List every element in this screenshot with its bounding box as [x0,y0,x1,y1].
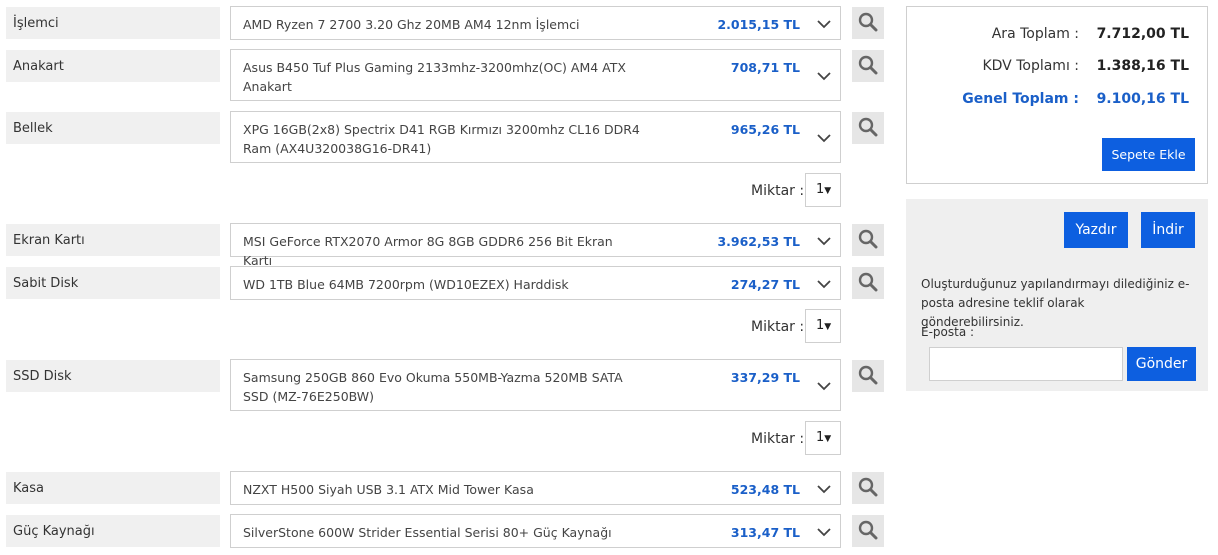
email-note: Oluşturduğunuz yapılandırmayı dilediğini… [921,277,1190,329]
product-select-guc-kaynagi[interactable]: SilverStone 600W Strider Essential Seris… [230,514,841,548]
quantity-label: Miktar : [751,319,805,335]
subtotal-value: 7.712,00 TL [1096,26,1189,42]
quantity-label: Miktar : [751,183,805,199]
search-button-islemci[interactable] [852,7,884,39]
chevron-down-icon [817,485,831,494]
grand-total-label: Genel Toplam : [962,91,1079,107]
quantity-select-sabit-disk[interactable]: 1▼ [805,309,841,343]
chevron-down-icon [817,280,831,289]
category-label-anakart: Anakart [6,50,220,82]
product-price: 708,71 TL [730,60,800,75]
search-icon [858,365,878,385]
email-input[interactable] [929,347,1123,381]
product-price: 3.962,53 TL [717,234,800,249]
quantity-label: Miktar : [751,431,805,447]
product-select-bellek[interactable]: XPG 16GB(2x8) Spectrix D41 RGB Kırmızı 3… [230,111,841,163]
product-price: 523,48 TL [730,482,800,497]
download-button[interactable]: İndir [1141,212,1195,248]
product-name: AMD Ryzen 7 2700 3.20 Ghz 20MB AM4 12nm … [243,17,580,32]
actions-panel: Yazdır İndir Oluşturduğunuz yapılandırma… [906,199,1208,391]
grand-total-value: 9.100,16 TL [1096,91,1189,107]
product-price: 965,26 TL [730,122,800,137]
product-select-sabit-disk[interactable]: WD 1TB Blue 64MB 7200rpm (WD10EZEX) Hard… [230,266,841,300]
chevron-down-icon [817,20,831,29]
product-select-ssd-disk[interactable]: Samsung 250GB 860 Evo Okuma 550MB-Yazma … [230,359,841,411]
category-label-guc-kaynagi: Güç Kaynağı [6,515,220,547]
print-button[interactable]: Yazdır [1064,212,1128,248]
search-icon [858,117,878,137]
category-label-sabit-disk: Sabit Disk [6,267,220,299]
search-button-ekran-karti[interactable] [852,224,884,256]
search-button-sabit-disk[interactable] [852,267,884,299]
product-name: Asus B450 Tuf Plus Gaming 2133mhz-3200mh… [243,60,626,94]
caret-down-icon: ▼ [824,186,832,196]
category-label-ssd-disk: SSD Disk [6,360,220,392]
product-price: 313,47 TL [730,525,800,540]
product-price: 337,29 TL [730,370,800,385]
search-icon [858,272,878,292]
search-icon [858,477,878,497]
product-name: Samsung 250GB 860 Evo Okuma 550MB-Yazma … [243,370,623,404]
product-select-islemci[interactable]: AMD Ryzen 7 2700 3.20 Ghz 20MB AM4 12nm … [230,6,841,40]
chevron-down-icon [817,382,831,391]
search-button-kasa[interactable] [852,472,884,504]
category-label-islemci: İşlemci [6,7,220,39]
product-price: 274,27 TL [730,277,800,292]
chevron-down-icon [817,528,831,537]
category-label-ekran-karti: Ekran Kartı [6,224,220,256]
vat-label: KDV Toplamı : [982,58,1079,74]
totals-panel: Ara Toplam : 7.712,00 TL KDV Toplamı : 1… [906,6,1208,184]
product-name: NZXT H500 Siyah USB 3.1 ATX Mid Tower Ka… [243,482,534,497]
product-price: 2.015,15 TL [717,17,800,32]
category-label-bellek: Bellek [6,112,220,144]
caret-down-icon: ▼ [824,434,832,444]
chevron-down-icon [817,134,831,143]
search-icon [858,55,878,75]
chevron-down-icon [817,72,831,81]
caret-down-icon: ▼ [824,322,832,332]
product-select-anakart[interactable]: Asus B450 Tuf Plus Gaming 2133mhz-3200mh… [230,49,841,101]
product-name: WD 1TB Blue 64MB 7200rpm (WD10EZEX) Hard… [243,277,569,292]
quantity-select-ssd-disk[interactable]: 1▼ [805,421,841,455]
search-button-ssd-disk[interactable] [852,360,884,392]
add-to-cart-button[interactable]: Sepete Ekle [1102,138,1195,171]
search-button-anakart[interactable] [852,50,884,82]
product-select-kasa[interactable]: NZXT H500 Siyah USB 3.1 ATX Mid Tower Ka… [230,471,841,505]
quantity-select-bellek[interactable]: 1▼ [805,173,841,207]
subtotal-label: Ara Toplam : [991,26,1079,42]
vat-value: 1.388,16 TL [1096,58,1189,74]
category-label-kasa: Kasa [6,472,220,504]
send-button[interactable]: Gönder [1127,347,1196,381]
search-button-bellek[interactable] [852,112,884,144]
product-select-ekran-karti[interactable]: MSI GeForce RTX2070 Armor 8G 8GB GDDR6 2… [230,223,841,268]
product-name: SilverStone 600W Strider Essential Seris… [243,525,612,540]
product-name: MSI GeForce RTX2070 Armor 8G 8GB GDDR6 2… [243,234,613,268]
email-label: E-posta : [921,325,975,339]
search-button-guc-kaynagi[interactable] [852,515,884,547]
chevron-down-icon [817,237,831,246]
search-icon [858,520,878,540]
search-icon [858,12,878,32]
search-icon [858,229,878,249]
product-name: XPG 16GB(2x8) Spectrix D41 RGB Kırmızı 3… [243,122,640,156]
